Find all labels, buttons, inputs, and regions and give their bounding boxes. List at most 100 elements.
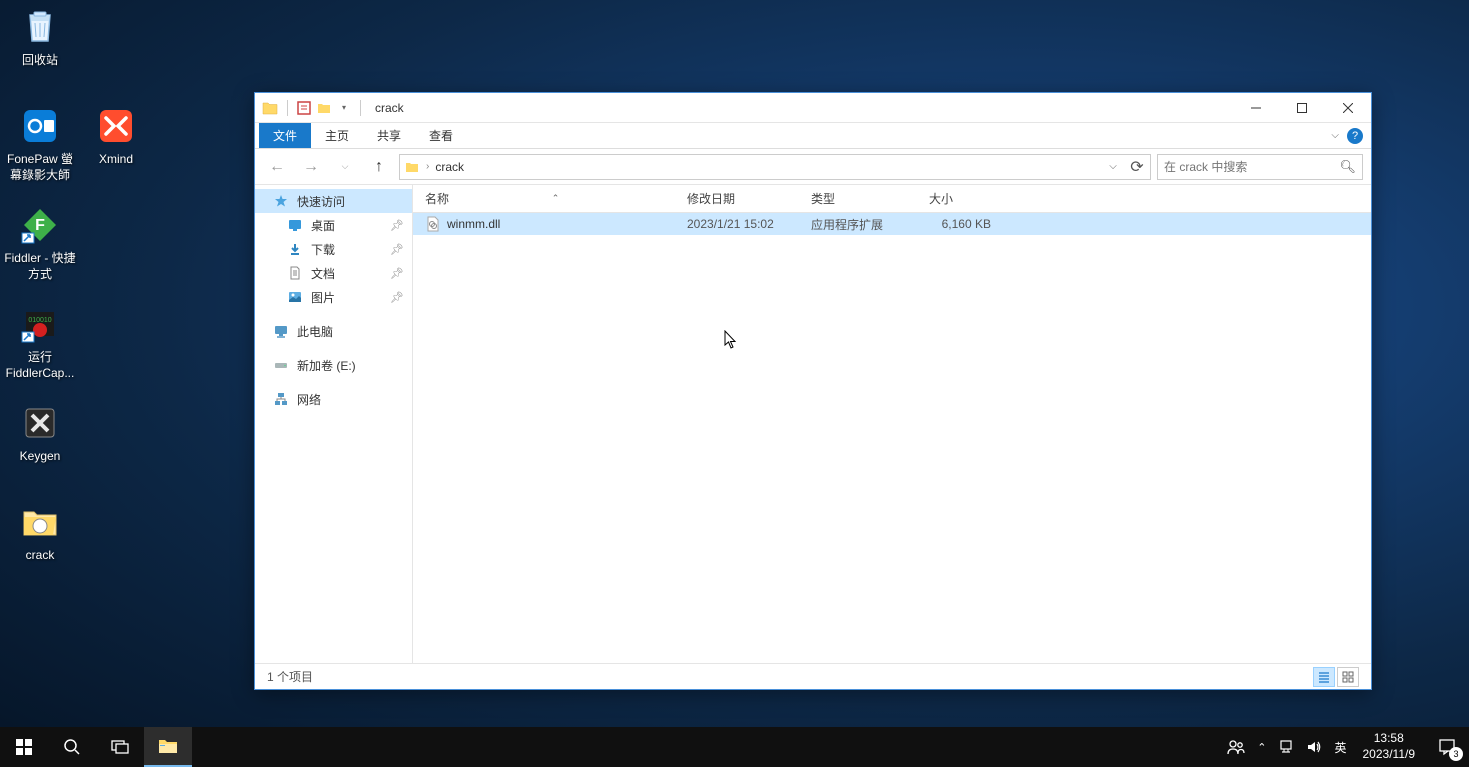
file-explorer-window: ▾ crack 文件 主页 共享 查看 ⌵ ? ← → ⌵ ↑ › crack … [254, 92, 1372, 690]
column-date[interactable]: 修改日期 [675, 185, 799, 212]
address-folder-icon [404, 159, 420, 175]
network-icon [273, 391, 289, 407]
desktop-icon-label: Keygen [2, 449, 78, 465]
status-text: 1 个项目 [267, 668, 313, 685]
star-icon [273, 193, 289, 209]
desktop-icon-label: Fiddler - 快捷方式 [2, 251, 78, 282]
notification-center-button[interactable]: 3 [1425, 727, 1469, 767]
desktop-icon-fiddler-cap[interactable]: 010010 运行FiddlerCap... [2, 302, 78, 381]
nav-forward-button[interactable]: → [297, 153, 325, 181]
nav-documents[interactable]: 文档📌︎ [255, 261, 412, 285]
desktop-icon-label: crack [2, 548, 78, 564]
view-details-button[interactable] [1313, 667, 1335, 687]
file-name: winmm.dll [447, 217, 500, 231]
search-icon[interactable]: 🔍︎ [1339, 159, 1356, 175]
help-icon[interactable]: ? [1347, 128, 1363, 144]
window-icon [261, 99, 279, 117]
search-input[interactable] [1164, 160, 1339, 174]
clock-time: 13:58 [1363, 731, 1416, 747]
tray-overflow-icon[interactable]: ⌃ [1251, 727, 1272, 767]
file-type: 应用程序扩展 [799, 216, 917, 233]
search-button[interactable] [48, 727, 96, 767]
svg-text:010010: 010010 [28, 317, 51, 324]
desktop-icon-recycle-bin[interactable]: 回收站 [2, 5, 78, 69]
pin-icon: 📌︎ [390, 243, 404, 256]
file-date: 2023/1/21 15:02 [675, 217, 799, 231]
qat-dropdown-icon[interactable]: ▾ [336, 100, 352, 116]
navigation-pane: 快速访问 桌面📌︎ 下载📌︎ 文档📌︎ 图片📌︎ 此电脑 [255, 185, 413, 663]
taskbar-explorer-button[interactable] [144, 727, 192, 767]
address-path: crack [435, 160, 1098, 174]
pin-icon: 📌︎ [390, 219, 404, 232]
address-box[interactable]: › crack ⌵ ⟳ [399, 154, 1151, 180]
view-large-icons-button[interactable] [1337, 667, 1359, 687]
nav-pictures[interactable]: 图片📌︎ [255, 285, 412, 309]
ribbon-tab-home[interactable]: 主页 [311, 123, 363, 148]
column-size[interactable]: 大小 [917, 185, 1003, 212]
nav-network[interactable]: 网络 [255, 387, 412, 411]
search-box[interactable]: 🔍︎ [1157, 154, 1363, 180]
task-view-button[interactable] [96, 727, 144, 767]
svg-text:F: F [35, 217, 45, 234]
pc-icon [273, 323, 289, 339]
ribbon-expand-icon[interactable]: ⌵ [1331, 130, 1339, 141]
nav-back-button[interactable]: ← [263, 153, 291, 181]
column-type[interactable]: 类型 [799, 185, 917, 212]
tray-ime-indicator[interactable]: 英 [1328, 727, 1352, 767]
tray-people-icon[interactable] [1221, 727, 1251, 767]
desktop-icon-label: Xmind [78, 152, 154, 168]
sort-indicator-icon: ⌃ [552, 193, 560, 204]
nav-quick-access[interactable]: 快速访问 [255, 189, 412, 213]
desktop-icon-keygen[interactable]: Keygen [2, 401, 78, 465]
address-dropdown-icon[interactable]: ⌵ [1104, 161, 1122, 172]
pin-icon: 📌︎ [390, 291, 404, 304]
column-name[interactable]: 名称⌃ [413, 185, 675, 212]
column-headers: 名称⌃ 修改日期 类型 大小 [413, 185, 1371, 213]
nav-this-pc[interactable]: 此电脑 [255, 319, 412, 343]
desktop-icon-fonepaw[interactable]: FonePaw 螢幕錄影大師 [2, 104, 78, 183]
clock-date: 2023/11/9 [1363, 747, 1416, 763]
desktop-icon-label: FonePaw 螢幕錄影大師 [2, 152, 78, 183]
nav-up-button[interactable]: ↑ [365, 153, 393, 181]
desktop-icon [287, 217, 303, 233]
ribbon: 文件 主页 共享 查看 ⌵ ? [255, 123, 1371, 149]
address-bar: ← → ⌵ ↑ › crack ⌵ ⟳ 🔍︎ [255, 149, 1371, 185]
minimize-button[interactable] [1233, 93, 1279, 123]
pictures-icon [287, 289, 303, 305]
notification-badge: 3 [1449, 747, 1463, 761]
pin-icon: 📌︎ [390, 267, 404, 280]
taskbar: ⌃ 英 13:58 2023/11/9 3 [0, 727, 1469, 767]
qat-properties-icon[interactable] [296, 100, 312, 116]
file-list[interactable]: winmm.dll 2023/1/21 15:02 应用程序扩展 6,160 K… [413, 213, 1371, 663]
nav-downloads[interactable]: 下载📌︎ [255, 237, 412, 261]
tray-network-icon[interactable] [1272, 727, 1300, 767]
ribbon-tab-view[interactable]: 查看 [415, 123, 467, 148]
nav-new-volume[interactable]: 新加卷 (E:) [255, 353, 412, 377]
tray-volume-icon[interactable] [1300, 727, 1328, 767]
desktop-icon-crack-folder[interactable]: crack [2, 500, 78, 564]
desktop-icon-xmind[interactable]: Xmind [78, 104, 154, 168]
document-icon [287, 265, 303, 281]
maximize-button[interactable] [1279, 93, 1325, 123]
file-row[interactable]: winmm.dll 2023/1/21 15:02 应用程序扩展 6,160 K… [413, 213, 1371, 235]
desktop-icon-fiddler-shortcut[interactable]: F Fiddler - 快捷方式 [2, 203, 78, 282]
titlebar[interactable]: ▾ crack [255, 93, 1371, 123]
status-bar: 1 个项目 [255, 663, 1371, 689]
start-button[interactable] [0, 727, 48, 767]
ribbon-tab-share[interactable]: 共享 [363, 123, 415, 148]
drive-icon [273, 357, 289, 373]
nav-recent-dropdown[interactable]: ⌵ [331, 153, 359, 181]
qat-new-folder-icon[interactable] [316, 100, 332, 116]
dll-file-icon [425, 216, 441, 232]
system-tray: ⌃ 英 13:58 2023/11/9 3 [1221, 727, 1469, 767]
close-button[interactable] [1325, 93, 1371, 123]
desktop-icon-label: 运行FiddlerCap... [2, 350, 78, 381]
refresh-button[interactable]: ⟳ [1128, 157, 1146, 177]
taskbar-clock[interactable]: 13:58 2023/11/9 [1353, 731, 1426, 762]
nav-desktop[interactable]: 桌面📌︎ [255, 213, 412, 237]
desktop-icon-label: 回收站 [2, 53, 78, 69]
window-title: crack [375, 101, 404, 115]
file-size: 6,160 KB [917, 217, 1003, 231]
ribbon-tab-file[interactable]: 文件 [259, 123, 311, 148]
file-list-pane: 名称⌃ 修改日期 类型 大小 winmm.dll 2023/1/21 15:02… [413, 185, 1371, 663]
